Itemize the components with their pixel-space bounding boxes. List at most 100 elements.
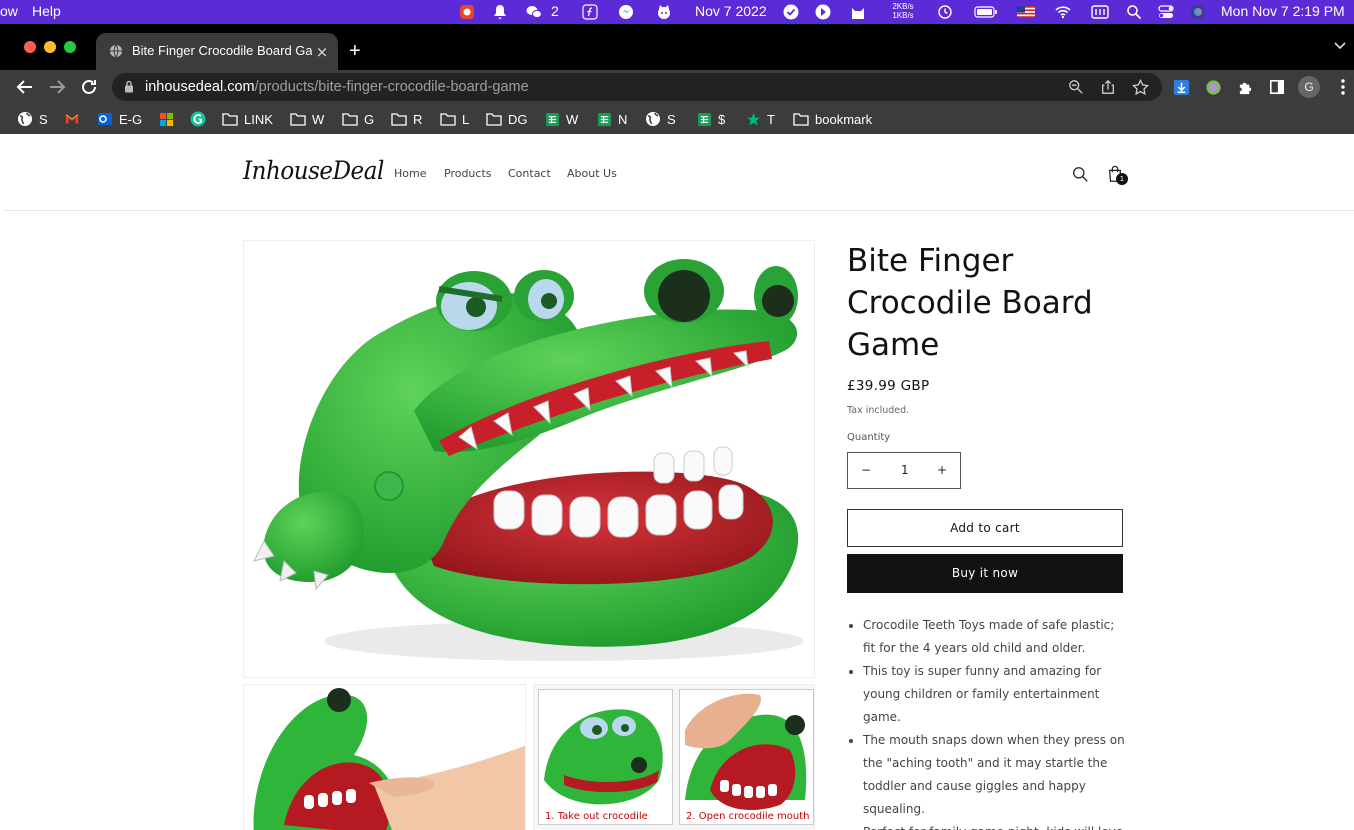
nav-products[interactable]: Products	[444, 167, 492, 180]
menubar-clock[interactable]: Mon Nov 7 2:19 PM	[1221, 3, 1345, 19]
zoom-window-button[interactable]	[64, 41, 76, 53]
time-machine-icon[interactable]	[937, 4, 953, 20]
bookmark-folder[interactable]: G	[342, 110, 374, 128]
product-main-image[interactable]	[243, 240, 815, 678]
folder-icon	[290, 111, 306, 127]
bookmark-item[interactable]: T	[745, 110, 775, 128]
share-icon[interactable]	[1099, 78, 1117, 96]
profile-avatar[interactable]: G	[1298, 76, 1320, 98]
bookmark-label: T	[767, 111, 775, 127]
app-red-icon[interactable]	[459, 4, 475, 20]
script-f-icon[interactable]	[582, 4, 598, 20]
bookmark-item[interactable]: S	[645, 110, 676, 128]
bookmark-item[interactable]: E-G	[97, 110, 142, 128]
app-menu-fragment[interactable]: ow	[0, 3, 18, 19]
quantity-increase-button[interactable]: +	[937, 463, 947, 477]
bookmark-label: S	[39, 111, 48, 127]
product-steps-thumbnail[interactable]: 1. Take out crocodile 2. Open crocodile …	[533, 684, 815, 830]
tab-search-chevron-icon[interactable]	[1334, 42, 1346, 50]
control-center-icon[interactable]	[1158, 4, 1174, 20]
wechat-icon[interactable]	[526, 4, 542, 20]
nav-home[interactable]: Home	[394, 167, 426, 180]
bookmark-label: W	[566, 111, 579, 127]
product-thumbnail[interactable]	[243, 684, 526, 830]
forward-arrow-icon[interactable]	[47, 77, 67, 97]
spotlight-search-icon[interactable]	[1126, 4, 1142, 20]
search-icon[interactable]	[1070, 164, 1090, 184]
puzzle-extensions-icon[interactable]	[1235, 77, 1255, 97]
bookmark-folder[interactable]: L	[440, 110, 469, 128]
address-bar[interactable]: inhousedeal.com/products/bite-finger-cro…	[112, 73, 1162, 101]
download-extension-icon[interactable]	[1171, 77, 1191, 97]
sheets-icon	[696, 111, 712, 127]
bookmark-label: LINK	[244, 111, 273, 127]
bookmark-item[interactable]: W	[544, 110, 578, 128]
bookmark-label: bookmark	[815, 111, 873, 127]
bookmark-folder[interactable]: bookmark	[793, 110, 872, 128]
bookmark-item[interactable]	[190, 110, 206, 128]
nav-contact[interactable]: Contact	[508, 167, 551, 180]
folder-icon	[342, 111, 358, 127]
product-description: Crocodile Teeth Toys made of safe plasti…	[847, 614, 1127, 830]
product-price: £39.99 GBP	[847, 378, 930, 394]
globe-icon	[17, 111, 33, 127]
close-window-button[interactable]	[24, 41, 36, 53]
siri-icon[interactable]	[1190, 4, 1206, 20]
tab-title: Bite Finger Crocodile Board Game	[132, 43, 312, 58]
wifi-icon[interactable]	[1055, 4, 1071, 20]
store-logo[interactable]: InhouseDeal	[243, 156, 384, 185]
folder-icon	[391, 111, 407, 127]
description-bullet: Perfect for family game night, kids will…	[863, 821, 1127, 830]
bookmark-item[interactable]	[64, 110, 80, 128]
quantity-input[interactable]: 1	[901, 463, 909, 477]
chrome-menu-icon[interactable]	[1333, 77, 1353, 97]
bookmark-item[interactable]: N	[596, 110, 627, 128]
add-to-cart-button[interactable]: Add to cart	[847, 509, 1123, 547]
bookmark-label: R	[413, 111, 423, 127]
step-two-image: 2. Open crocodile mouth	[679, 689, 814, 825]
lock-icon[interactable]	[124, 80, 134, 93]
bookmark-item[interactable]	[158, 110, 174, 128]
url-host: inhousedeal.com	[145, 79, 255, 95]
messenger-icon[interactable]	[618, 4, 634, 20]
quantity-label: Quantity	[847, 432, 891, 443]
bookmark-star-icon[interactable]	[1131, 78, 1149, 96]
side-panel-icon[interactable]	[1267, 77, 1287, 97]
web-page: InhouseDeal Home Products Contact About …	[3, 138, 1354, 830]
nav-about-us[interactable]: About Us	[567, 167, 617, 180]
us-flag-icon[interactable]	[1017, 4, 1035, 20]
cat-face-icon[interactable]	[656, 4, 672, 20]
cat-silhouette-icon[interactable]	[850, 4, 866, 20]
quantity-stepper: − 1 +	[847, 452, 961, 489]
bookmark-item[interactable]: S	[17, 110, 48, 128]
circle-extension-icon[interactable]	[1203, 77, 1223, 97]
back-arrow-icon[interactable]	[15, 77, 35, 97]
active-tab[interactable]: Bite Finger Crocodile Board Game ×	[96, 33, 338, 70]
keyboard-grid-icon[interactable]	[1091, 4, 1109, 20]
bookmark-folder[interactable]: R	[391, 110, 422, 128]
arrow-circle-icon[interactable]	[815, 4, 831, 20]
battery-icon[interactable]	[974, 4, 998, 20]
bookmark-item[interactable]: $	[696, 110, 725, 128]
tab-close-icon[interactable]: ×	[314, 43, 330, 61]
folder-icon	[222, 111, 238, 127]
globe-favicon-icon	[110, 44, 122, 58]
checkmark-circle-icon[interactable]	[783, 4, 799, 20]
url-text[interactable]: inhousedeal.com/products/bite-finger-cro…	[145, 79, 529, 95]
help-menu[interactable]: Help	[32, 3, 61, 19]
wechat-count: 2	[551, 3, 559, 19]
bell-icon[interactable]	[492, 4, 508, 20]
minimize-window-button[interactable]	[44, 41, 56, 53]
new-tab-button[interactable]: +	[349, 41, 361, 61]
tax-note: Tax included.	[847, 405, 910, 416]
menubar-date[interactable]: Nov 7 2022	[695, 3, 767, 19]
net-down: 1KB/s	[892, 11, 914, 20]
bookmark-folder[interactable]: DG	[486, 110, 528, 128]
quantity-decrease-button[interactable]: −	[861, 463, 871, 477]
buy-now-button[interactable]: Buy it now	[847, 554, 1123, 593]
zoom-out-icon[interactable]	[1067, 78, 1085, 96]
reload-icon[interactable]	[79, 77, 99, 97]
bookmarks-bar: S E-G LINK W G R L DG W N S $ T bookmark	[0, 104, 1354, 134]
bookmark-folder[interactable]: W	[290, 110, 324, 128]
bookmark-folder[interactable]: LINK	[222, 110, 273, 128]
